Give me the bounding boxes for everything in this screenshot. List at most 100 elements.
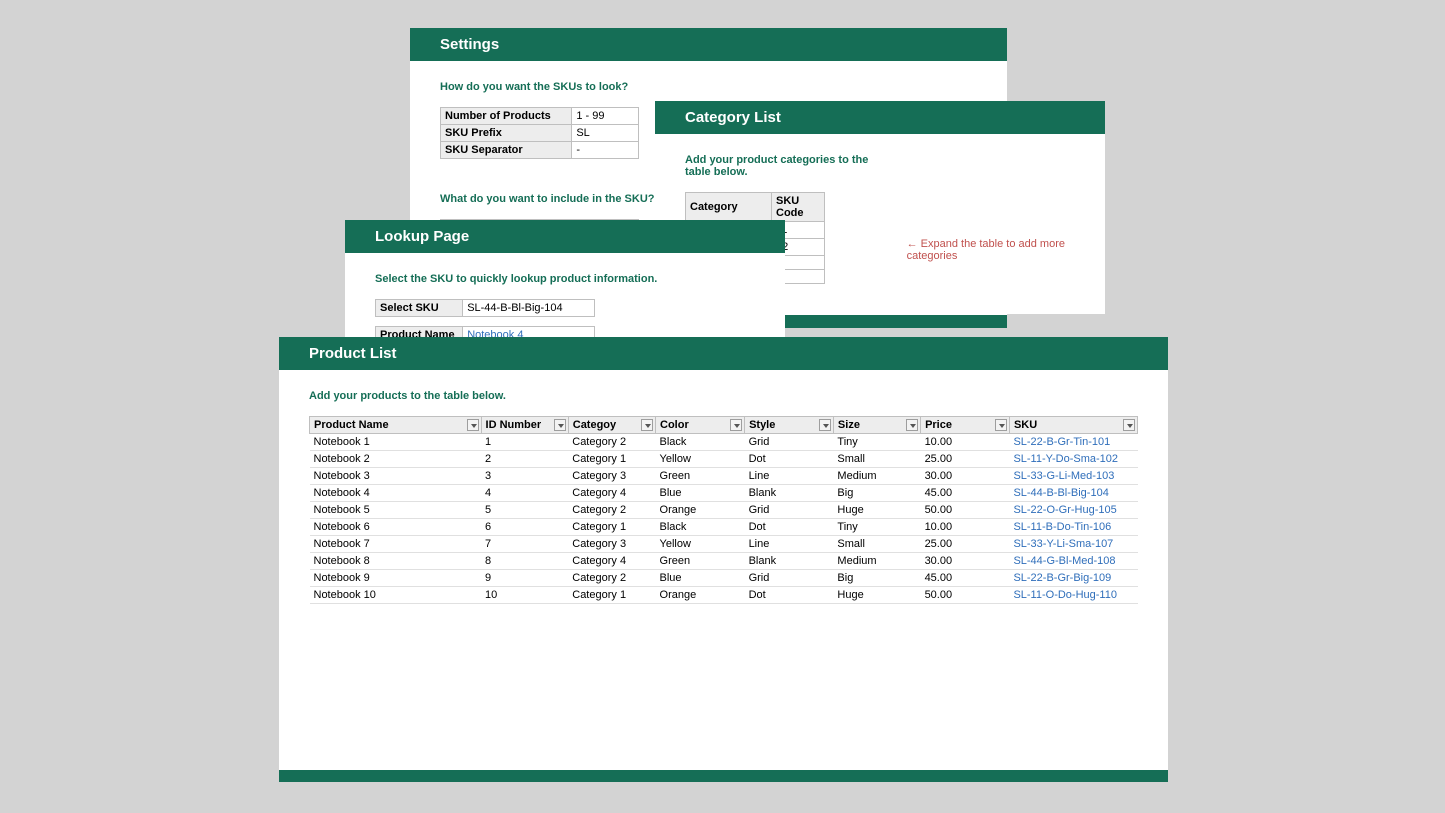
settings-row-value[interactable]: - <box>572 142 639 159</box>
cell-color[interactable]: Green <box>656 553 745 570</box>
table-row[interactable]: Notebook 11Category 2BlackGridTiny10.00S… <box>310 434 1138 451</box>
cell-product-name[interactable]: Notebook 8 <box>310 553 482 570</box>
sku-link[interactable]: SL-44-G-Bl-Med-108 <box>1013 555 1115 567</box>
cell-price[interactable]: 50.00 <box>921 587 1010 604</box>
cell-category[interactable]: Category 4 <box>568 485 655 502</box>
cell-size[interactable]: Small <box>833 536 920 553</box>
cell-color[interactable]: Blue <box>656 570 745 587</box>
cell-size[interactable]: Tiny <box>833 519 920 536</box>
col-skucode[interactable]: SKU Code <box>772 193 825 222</box>
cell-price[interactable]: 30.00 <box>921 468 1010 485</box>
cell-size[interactable]: Big <box>833 570 920 587</box>
table-row[interactable]: Notebook 66Category 1BlackDotTiny10.00SL… <box>310 519 1138 536</box>
filter-dropdown-icon[interactable] <box>730 419 742 431</box>
column-header[interactable]: Price <box>921 417 1010 434</box>
cell-style[interactable]: Line <box>745 536 834 553</box>
cell-color[interactable]: Black <box>656 519 745 536</box>
filter-dropdown-icon[interactable] <box>819 419 831 431</box>
cell-sku[interactable]: SL-44-B-Bl-Big-104 <box>1009 485 1137 502</box>
cell-id[interactable]: 6 <box>481 519 568 536</box>
table-row[interactable]: Notebook 1010Category 1OrangeDotHuge50.0… <box>310 587 1138 604</box>
cell-sku[interactable]: SL-33-G-Li-Med-103 <box>1009 468 1137 485</box>
settings-row-value[interactable]: SL <box>572 125 639 142</box>
cell-category[interactable]: Category 2 <box>568 570 655 587</box>
sku-link[interactable]: SL-11-Y-Do-Sma-102 <box>1013 453 1118 465</box>
cell-style[interactable]: Dot <box>745 587 834 604</box>
cell-product-name[interactable]: Notebook 5 <box>310 502 482 519</box>
cell-style[interactable]: Blank <box>745 553 834 570</box>
cell-id[interactable]: 9 <box>481 570 568 587</box>
cell-color[interactable]: Orange <box>656 502 745 519</box>
cell-color[interactable]: Yellow <box>656 536 745 553</box>
cell-sku[interactable]: SL-11-B-Do-Tin-106 <box>1009 519 1137 536</box>
cell-product-name[interactable]: Notebook 7 <box>310 536 482 553</box>
cell-style[interactable]: Dot <box>745 451 834 468</box>
cell-sku[interactable]: SL-22-O-Gr-Hug-105 <box>1009 502 1137 519</box>
col-category[interactable]: Category <box>686 193 772 222</box>
cell-id[interactable]: 2 <box>481 451 568 468</box>
lookup-row-value[interactable]: SL-44-B-Bl-Big-104 <box>463 300 595 317</box>
cell-price[interactable]: 30.00 <box>921 553 1010 570</box>
cell-price[interactable]: 50.00 <box>921 502 1010 519</box>
sku-link[interactable]: SL-44-B-Bl-Big-104 <box>1013 487 1108 499</box>
cell-style[interactable]: Blank <box>745 485 834 502</box>
filter-dropdown-icon[interactable] <box>906 419 918 431</box>
settings-row-value[interactable]: 1 - 99 <box>572 108 639 125</box>
cell-price[interactable]: 25.00 <box>921 536 1010 553</box>
cell-size[interactable]: Huge <box>833 587 920 604</box>
cell-id[interactable]: 5 <box>481 502 568 519</box>
cell-sku[interactable]: SL-44-G-Bl-Med-108 <box>1009 553 1137 570</box>
cell-category[interactable]: Category 3 <box>568 536 655 553</box>
cell-id[interactable]: 7 <box>481 536 568 553</box>
table-row[interactable]: Notebook 22Category 1YellowDotSmall25.00… <box>310 451 1138 468</box>
cell-color[interactable]: Black <box>656 434 745 451</box>
cell-category[interactable]: Category 1 <box>568 519 655 536</box>
cell-sku[interactable]: SL-33-Y-Li-Sma-107 <box>1009 536 1137 553</box>
column-header[interactable]: Color <box>656 417 745 434</box>
cell-style[interactable]: Grid <box>745 570 834 587</box>
cell-price[interactable]: 45.00 <box>921 570 1010 587</box>
cell-color[interactable]: Orange <box>656 587 745 604</box>
cell-sku[interactable]: SL-22-B-Gr-Big-109 <box>1009 570 1137 587</box>
cell-category[interactable]: Category 2 <box>568 502 655 519</box>
cell-product-name[interactable]: Notebook 9 <box>310 570 482 587</box>
cell-product-name[interactable]: Notebook 1 <box>310 434 482 451</box>
sku-link[interactable]: SL-11-B-Do-Tin-106 <box>1013 521 1111 533</box>
column-header[interactable]: Product Name <box>310 417 482 434</box>
cell-product-name[interactable]: Notebook 3 <box>310 468 482 485</box>
column-header[interactable]: Style <box>745 417 834 434</box>
cell-price[interactable]: 10.00 <box>921 519 1010 536</box>
table-row[interactable]: Notebook 77Category 3YellowLineSmall25.0… <box>310 536 1138 553</box>
filter-dropdown-icon[interactable] <box>467 419 479 431</box>
product-table[interactable]: Product NameID NumberCategoyColorStyleSi… <box>309 416 1138 604</box>
column-header[interactable]: Size <box>833 417 920 434</box>
cell-size[interactable]: Medium <box>833 553 920 570</box>
table-row[interactable]: Notebook 99Category 2BlueGridBig45.00SL-… <box>310 570 1138 587</box>
sku-link[interactable]: SL-22-O-Gr-Hug-105 <box>1013 504 1116 516</box>
table-row[interactable]: Notebook 88Category 4GreenBlankMedium30.… <box>310 553 1138 570</box>
cell-price[interactable]: 25.00 <box>921 451 1010 468</box>
column-header[interactable]: Categoy <box>568 417 655 434</box>
cell-category[interactable]: Category 3 <box>568 468 655 485</box>
cell-size[interactable]: Huge <box>833 502 920 519</box>
cell-id[interactable]: 1 <box>481 434 568 451</box>
cell-sku[interactable]: SL-11-O-Do-Hug-110 <box>1009 587 1137 604</box>
cell-id[interactable]: 3 <box>481 468 568 485</box>
cell-category[interactable]: Category 1 <box>568 587 655 604</box>
cell-color[interactable]: Green <box>656 468 745 485</box>
column-header[interactable]: ID Number <box>481 417 568 434</box>
cell-price[interactable]: 10.00 <box>921 434 1010 451</box>
sku-link[interactable]: SL-33-Y-Li-Sma-107 <box>1013 538 1113 550</box>
sku-link[interactable]: SL-11-O-Do-Hug-110 <box>1013 589 1117 601</box>
cell-category[interactable]: Category 4 <box>568 553 655 570</box>
table-row[interactable]: Notebook 44Category 4BlueBlankBig45.00SL… <box>310 485 1138 502</box>
cell-size[interactable]: Tiny <box>833 434 920 451</box>
cell-id[interactable]: 8 <box>481 553 568 570</box>
cell-style[interactable]: Dot <box>745 519 834 536</box>
sku-link[interactable]: SL-22-B-Gr-Tin-101 <box>1013 436 1110 448</box>
cell-product-name[interactable]: Notebook 10 <box>310 587 482 604</box>
cell-color[interactable]: Blue <box>656 485 745 502</box>
table-row[interactable]: Notebook 33Category 3GreenLineMedium30.0… <box>310 468 1138 485</box>
column-header[interactable]: SKU <box>1009 417 1137 434</box>
cell-product-name[interactable]: Notebook 4 <box>310 485 482 502</box>
